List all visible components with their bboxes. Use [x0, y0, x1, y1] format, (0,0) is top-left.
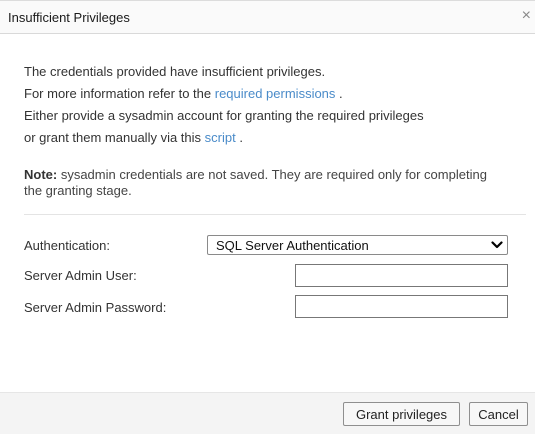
server-admin-user-input[interactable] [295, 264, 508, 287]
dialog-title: Insufficient Privileges [8, 10, 130, 25]
message-line-4-text: or grant them manually via this [24, 130, 205, 145]
note-text: Note: sysadmin credentials are not saved… [24, 167, 494, 199]
note-body: sysadmin credentials are not saved. They… [24, 167, 487, 198]
message-line-3: Either provide a sysadmin account for gr… [24, 108, 424, 123]
dialog-titlebar: Insufficient Privileges × [0, 0, 535, 34]
note-label: Note: [24, 167, 58, 182]
chevron-down-icon [491, 241, 503, 249]
message-line-1: The credentials provided have insufficie… [24, 64, 326, 79]
message-line-2-text: For more information refer to the [24, 86, 215, 101]
close-icon[interactable]: × [522, 7, 531, 25]
cancel-button[interactable]: Cancel [469, 402, 528, 426]
grant-privileges-button[interactable]: Grant privileges [343, 402, 460, 426]
authentication-select[interactable]: SQL Server Authentication [207, 235, 508, 255]
server-admin-password-input[interactable] [295, 295, 508, 318]
message-line-4: or grant them manually via this script . [24, 130, 243, 145]
message-line-2-suffix: . [335, 86, 343, 101]
divider [24, 214, 526, 215]
server-admin-user-label: Server Admin User: [24, 268, 137, 283]
message-line-4-suffix: . [235, 130, 243, 145]
server-admin-password-label: Server Admin Password: [24, 300, 167, 315]
message-line-2: For more information refer to the requir… [24, 86, 343, 101]
authentication-select-value: SQL Server Authentication [216, 238, 369, 253]
authentication-label: Authentication: [24, 238, 111, 253]
required-permissions-link[interactable]: required permissions [215, 86, 336, 101]
script-link[interactable]: script [205, 130, 236, 145]
